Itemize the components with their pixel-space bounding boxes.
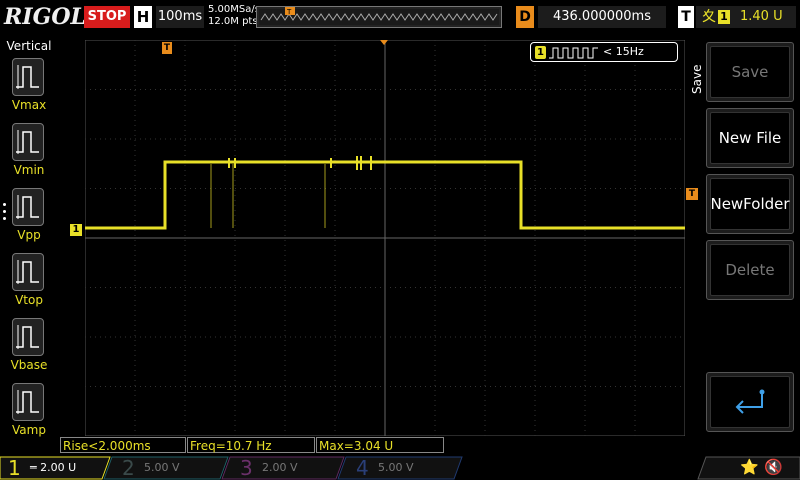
delay-value[interactable]: 436.000000ms [538, 6, 666, 28]
menu-newfolder-button[interactable]: NewFolder [706, 174, 794, 234]
acquisition-info: 5.00MSa/s 12.0M pts [208, 4, 260, 28]
memory-waveform-preview: T [259, 7, 499, 25]
measure-label-vbase: Vbase [10, 358, 48, 372]
measure-item-vmax[interactable] [12, 58, 44, 96]
frequency-counter: 1 < 15Hz [530, 42, 678, 62]
run-stop-status[interactable]: STOP [84, 6, 130, 28]
measure-item-vamp[interactable] [12, 383, 44, 421]
rising-edge-icon: ⼢ [702, 9, 716, 25]
measurement-freq: Freq=10.7 Hz [187, 437, 315, 453]
usb-icon: ⭐ [740, 458, 759, 476]
trigger-settings[interactable]: ⼢ 1 1.40 U [696, 6, 796, 28]
trigger-source-badge: 1 [718, 10, 730, 24]
channel-4-scale[interactable]: 5.00 V [378, 456, 414, 480]
vpp-waveform-icon [16, 195, 39, 219]
timebase-value[interactable]: 100ms [156, 6, 204, 28]
menu-button-label: Save [710, 46, 790, 98]
square-wave-icon [549, 47, 598, 59]
sidebar-title: Vertical [6, 39, 52, 53]
channel-2-number[interactable]: 2 [122, 456, 135, 480]
channel-3-number[interactable]: 3 [240, 456, 253, 480]
menu-button-label: New File [710, 112, 790, 164]
measure-label-vpp: Vpp [17, 228, 41, 242]
vmin-waveform-icon [16, 130, 39, 154]
memory-position-bar: T [256, 6, 502, 28]
sample-rate: 5.00MSa/s [208, 4, 260, 15]
channel-1-scale[interactable]: ═ 2.00 U [30, 456, 76, 480]
menu-tab-label: Save [690, 64, 704, 94]
menu-button-label: NewFolder [710, 178, 790, 230]
trigger-time-marker[interactable]: T [162, 42, 172, 54]
ch1-ground-marker[interactable]: 1 [70, 224, 82, 236]
measure-label-vmax: Vmax [11, 98, 47, 112]
measure-item-vtop[interactable] [12, 253, 44, 291]
measure-item-vbase[interactable] [12, 318, 44, 356]
measure-item-vpp[interactable] [12, 188, 44, 226]
measure-label-vamp: Vamp [12, 423, 46, 437]
menu-button-label: Delete [710, 244, 790, 296]
measurement-max: Max=3.04 U [316, 437, 444, 453]
trigger-level: 1.40 U [740, 9, 783, 24]
measurement-rise: Rise<2.000ms [60, 437, 186, 453]
measure-label-vtop: Vtop [15, 293, 43, 307]
channel-3-scale[interactable]: 2.00 V [262, 456, 298, 480]
delay-label: D [516, 6, 534, 28]
svg-text:T: T [286, 8, 292, 16]
trigger-label: T [678, 6, 694, 28]
channel-1-number[interactable]: 1 [8, 456, 21, 480]
waveform-grid [85, 40, 685, 436]
measure-item-vmin[interactable] [12, 123, 44, 161]
vamp-waveform-icon [16, 390, 39, 414]
return-arrow-icon [735, 389, 765, 414]
vmax-waveform-icon [16, 65, 39, 89]
menu-save-button[interactable]: Save [706, 42, 794, 102]
brand-logo: RIGOL [4, 4, 86, 30]
freq-value: < 15Hz [603, 45, 644, 58]
channel-4-number[interactable]: 4 [356, 456, 369, 480]
speaker-mute-icon[interactable]: 🔇 [764, 458, 783, 476]
freq-channel-badge: 1 [535, 46, 546, 59]
menu-new-file-button[interactable]: New File [706, 108, 794, 168]
memory-depth: 12.0M pts [208, 16, 258, 27]
return-button[interactable] [706, 372, 794, 432]
vtop-waveform-icon [16, 260, 39, 284]
horizontal-label: H [134, 6, 152, 28]
vbase-waveform-icon [16, 325, 39, 349]
page-indicator-dots [3, 203, 7, 220]
menu-delete-button[interactable]: Delete [706, 240, 794, 300]
channel-2-scale[interactable]: 5.00 V [144, 456, 180, 480]
measure-label-vmin: Vmin [13, 163, 45, 177]
